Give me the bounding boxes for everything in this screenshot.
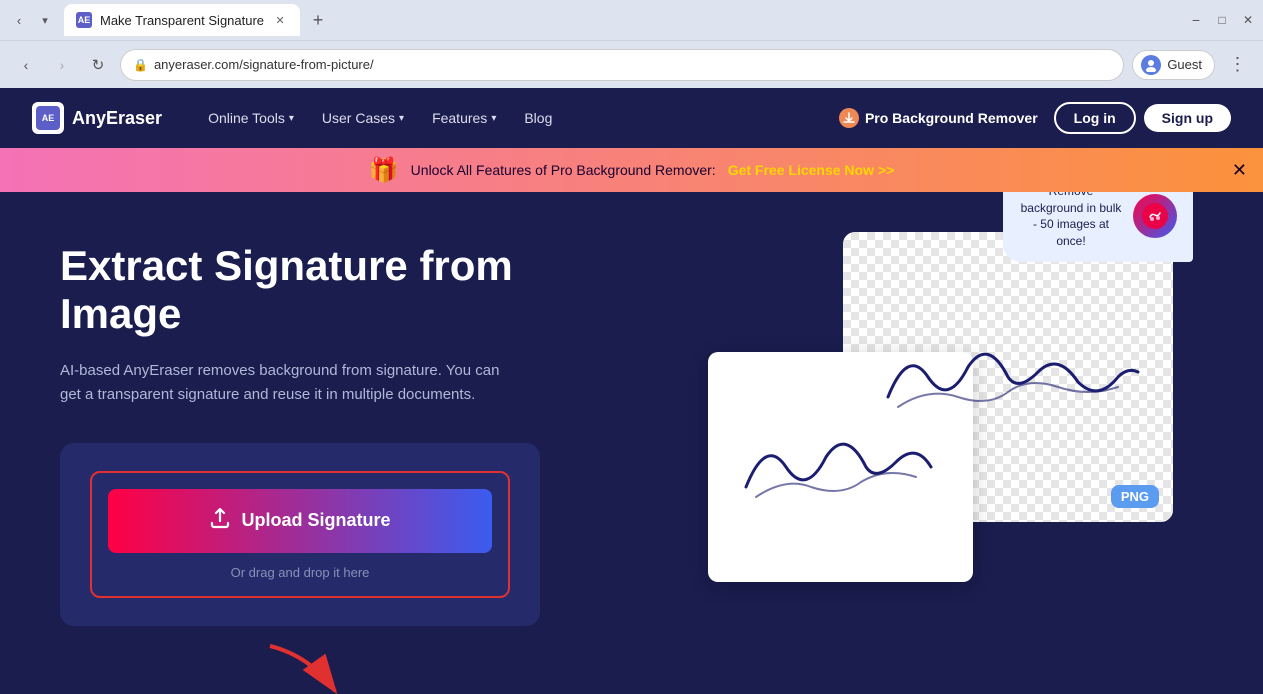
forward-button[interactable]: › [48,51,76,79]
pro-label: Pro Background Remover [865,110,1038,126]
drag-drop-text: Or drag and drop it here [108,565,492,580]
browser-nav-bar: ‹ › ↻ 🔒 anyeraser.com/signature-from-pic… [0,40,1263,88]
hero-left: Extract Signature from Image AI-based An… [60,232,620,694]
tab-close-button[interactable]: ✕ [272,12,288,28]
new-tab-button[interactable]: + [304,6,332,34]
browser-frame: ‹ ▾ AE Make Transparent Signature ✕ + − … [0,0,1263,694]
upload-icon [209,507,231,535]
hero-subtitle: AI-based AnyEraser removes background fr… [60,359,520,407]
promo-text: Unlock All Features of Pro Background Re… [411,162,716,178]
active-tab[interactable]: AE Make Transparent Signature ✕ [64,4,300,36]
maximize-button[interactable]: □ [1215,13,1229,27]
browser-titlebar: ‹ ▾ AE Make Transparent Signature ✕ + − … [0,0,1263,40]
upload-border: Upload Signature Or drag and drop it her… [90,471,510,598]
upload-signature-button[interactable]: Upload Signature [108,489,492,553]
arrow-icon [260,636,350,694]
tab-title: Make Transparent Signature [100,13,264,28]
chat-avatar-icon [1133,194,1177,238]
hero-section: Extract Signature from Image AI-based An… [0,192,1263,694]
close-button[interactable]: ✕ [1241,13,1255,27]
back-button[interactable]: ‹ [12,51,40,79]
more-options-button[interactable]: ⋮ [1223,51,1251,79]
chevron-down-icon: ▾ [491,113,496,124]
minimize-button[interactable]: − [1189,13,1203,27]
logo-box: AE [32,102,64,134]
hero-right: PNG Remove background in bulk - 50 image… [620,232,1203,252]
chat-bubble: Remove background in bulk - 50 images at… [1003,192,1193,262]
tab-list-icon[interactable]: ▾ [34,9,56,31]
signup-button[interactable]: Sign up [1144,104,1231,132]
profile-button[interactable]: Guest [1132,50,1215,80]
nav-blog[interactable]: Blog [510,110,566,126]
logo-icon: AE [36,106,60,130]
pro-icon [839,108,859,128]
nav-features[interactable]: Features ▾ [418,110,510,126]
window-controls: − □ ✕ [1189,13,1255,27]
chevron-down-icon: ▾ [399,113,404,124]
reload-button[interactable]: ↻ [84,51,112,79]
profile-icon [1141,55,1161,75]
promo-banner: 🎁 Unlock All Features of Pro Background … [0,148,1263,192]
nav-online-tools[interactable]: Online Tools ▾ [194,110,308,126]
tab-favicon: AE [76,12,92,28]
tab-back-icon[interactable]: ‹ [8,9,30,31]
promo-link[interactable]: Get Free License Now >> [728,162,895,178]
nav-user-cases[interactable]: User Cases ▾ [308,110,418,126]
address-bar[interactable]: 🔒 anyeraser.com/signature-from-picture/ [120,49,1124,81]
page-content: AE AnyEraser Online Tools ▾ User Cases ▾… [0,88,1263,694]
lock-icon: 🔒 [133,58,148,72]
signature-transparent-svg [868,317,1148,437]
upload-area: Upload Signature Or drag and drop it her… [60,443,540,626]
logo[interactable]: AE AnyEraser [32,102,162,134]
browser-tabs: ‹ ▾ AE Make Transparent Signature ✕ + [8,4,1181,36]
chat-text: Remove background in bulk - 50 images at… [1019,192,1123,250]
profile-label: Guest [1167,57,1202,72]
address-text: anyeraser.com/signature-from-picture/ [154,57,374,72]
gift-icon: 🎁 [369,156,399,185]
png-badge: PNG [1111,485,1159,508]
site-navbar: AE AnyEraser Online Tools ▾ User Cases ▾… [0,88,1263,148]
chevron-down-icon: ▾ [289,113,294,124]
hero-title: Extract Signature from Image [60,242,620,339]
login-button[interactable]: Log in [1054,102,1136,134]
logo-text: AnyEraser [72,108,162,129]
banner-close-button[interactable]: ✕ [1232,160,1247,181]
pro-background-remover-link[interactable]: Pro Background Remover [839,108,1038,128]
